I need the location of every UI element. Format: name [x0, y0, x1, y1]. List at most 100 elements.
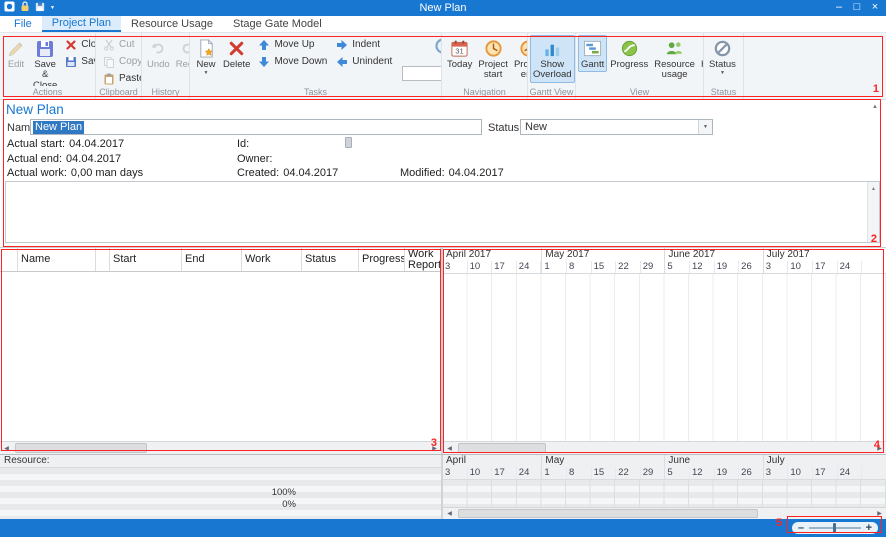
name-input-selected-text: New Plan: [33, 121, 84, 134]
zoom-out-button[interactable]: –: [798, 523, 804, 533]
paste-button[interactable]: Paste: [98, 70, 141, 86]
status-bar: – +: [0, 519, 886, 537]
cut-button[interactable]: Cut: [98, 36, 141, 53]
show-overload-toggle[interactable]: Show Overload: [530, 35, 575, 83]
quick-save-icon[interactable]: [35, 2, 45, 15]
show-overload-label: Show Overload: [533, 60, 572, 81]
view-resource-usage-button[interactable]: Resource usage: [651, 35, 698, 83]
scrollbar-thumb[interactable]: [458, 509, 758, 518]
scroll-left-icon[interactable]: ◀: [443, 442, 456, 455]
view-gantt-toggle[interactable]: Gantt: [578, 35, 607, 72]
task-search-combobox[interactable]: ▼: [402, 66, 441, 81]
timeline-week-label: 3: [764, 261, 789, 274]
timeline-week-label: 1: [542, 261, 567, 274]
scrollbar-thumb[interactable]: [458, 443, 546, 453]
save-button[interactable]: Save: [60, 53, 95, 70]
close-ribbon-button[interactable]: Close: [60, 36, 95, 53]
zoom-slider[interactable]: [809, 527, 860, 529]
project-start-button[interactable]: Project start: [475, 35, 511, 83]
move-up-button[interactable]: Move Up: [253, 36, 331, 53]
new-dropdown-icon: ▼: [204, 71, 209, 76]
project-end-button[interactable]: Project end: [511, 35, 527, 83]
search-icon[interactable]: [432, 35, 441, 64]
close-window-button[interactable]: ×: [866, 0, 884, 16]
gantt-hscrollbar[interactable]: ◀ ▶: [443, 441, 886, 454]
name-input[interactable]: New Plan: [30, 119, 482, 135]
arrow-down-icon: [257, 55, 271, 69]
minimize-button[interactable]: –: [830, 0, 848, 16]
timeline-week-label: 22: [616, 261, 641, 274]
save-and-close-button[interactable]: Save & Close: [30, 35, 60, 86]
paste-clipboard-icon: [102, 72, 116, 86]
tab-stage-gate-model[interactable]: Stage Gate Model: [223, 16, 332, 32]
people-icon: [664, 38, 686, 59]
ribbon-group-actions: Edit Save & Close Close Save: [0, 33, 96, 99]
ribbon-group-status: Status ▼ Status: [704, 33, 744, 99]
redo-button[interactable]: Redo: [173, 35, 189, 72]
move-down-button[interactable]: Move Down: [253, 53, 331, 70]
collapse-panel-icon[interactable]: ▲: [872, 104, 878, 110]
tab-project-plan[interactable]: Project Plan: [42, 16, 121, 32]
status-field-label: Status: [488, 122, 519, 134]
scale-100-label: 100%: [262, 487, 296, 498]
qat-dropdown-icon[interactable]: ▼: [50, 0, 55, 16]
ribbon-group-clipboard: Cut Copy Paste Clipboard: [96, 33, 142, 99]
column-header-status[interactable]: Status: [302, 248, 359, 271]
description-scrollbar[interactable]: ▲: [867, 182, 879, 242]
delete-task-button[interactable]: Delete: [220, 35, 253, 72]
copy-icon: [102, 55, 116, 69]
arrow-up-icon: [257, 38, 271, 52]
timeline-month: July 20173101724: [763, 248, 861, 273]
column-header-name[interactable]: Name: [18, 248, 96, 271]
column-header-work[interactable]: Work: [242, 248, 302, 271]
today-button[interactable]: 31 Today: [444, 35, 475, 72]
status-select[interactable]: New ▼: [520, 119, 713, 135]
group-label-status: Status: [704, 86, 743, 99]
scroll-left-icon[interactable]: ◀: [0, 442, 13, 455]
new-task-button[interactable]: New ▼: [192, 35, 220, 78]
zoom-slider-thumb[interactable]: [833, 523, 836, 533]
indent-button[interactable]: Indent: [331, 36, 396, 53]
app-icon: [4, 1, 15, 15]
copy-button[interactable]: Copy: [98, 53, 141, 70]
group-label-tasks: Tasks: [190, 86, 441, 99]
unindent-button[interactable]: Unindent: [331, 53, 396, 70]
timeline-week-label: 22: [616, 467, 641, 479]
column-header-start[interactable]: Start: [110, 248, 182, 271]
scrollbar-thumb[interactable]: [15, 443, 147, 453]
window-controls: – □ ×: [830, 0, 884, 16]
tab-resource-usage[interactable]: Resource Usage: [121, 16, 223, 32]
timeline-week-label: 12: [690, 467, 715, 479]
chevron-down-icon[interactable]: ▼: [698, 120, 712, 134]
column-header-end[interactable]: End: [182, 248, 242, 271]
save-close-disk-icon: [34, 38, 56, 59]
zoom-in-button[interactable]: +: [866, 523, 872, 533]
tab-file[interactable]: File: [4, 16, 42, 32]
timeline-month: June 20175121926: [664, 248, 762, 273]
column-header-indicator[interactable]: [0, 248, 18, 271]
view-progress-button[interactable]: Progress: [607, 35, 651, 72]
task-table-hscrollbar[interactable]: ◀ ▶: [0, 441, 441, 454]
scroll-right-icon[interactable]: ▶: [873, 442, 886, 455]
scroll-up-icon[interactable]: ▲: [868, 183, 879, 194]
undo-button[interactable]: Undo: [144, 35, 173, 72]
move-down-label: Move Down: [274, 56, 327, 67]
resource-hscrollbar[interactable]: ◀ ▶: [443, 507, 886, 519]
status-button[interactable]: Status ▼: [706, 35, 739, 78]
column-header-progress[interactable]: Progress: [359, 248, 405, 271]
timeline-week-label: 12: [690, 261, 715, 274]
edit-button[interactable]: Edit: [2, 35, 30, 72]
view-history-button[interactable]: History: [698, 35, 703, 72]
indent-label: Indent: [352, 39, 380, 50]
timeline-month: April 20173101724: [443, 248, 541, 273]
description-textarea[interactable]: ▲: [5, 181, 880, 243]
edit-pencil-icon: [5, 38, 27, 59]
scroll-right-icon[interactable]: ▶: [428, 442, 441, 455]
column-header-work-reported[interactable]: Work Reported: [405, 248, 441, 271]
plan-form-panel: New Plan ▲ Name New Plan Status New ▼ Ac…: [0, 100, 886, 248]
ribbon-group-view: Gantt Progress Resource usage History Vi…: [576, 33, 704, 99]
today-label: Today: [447, 60, 472, 70]
column-header-blank[interactable]: [96, 248, 110, 271]
timeline-week-label: 10: [788, 261, 813, 274]
restore-button[interactable]: □: [848, 0, 866, 16]
